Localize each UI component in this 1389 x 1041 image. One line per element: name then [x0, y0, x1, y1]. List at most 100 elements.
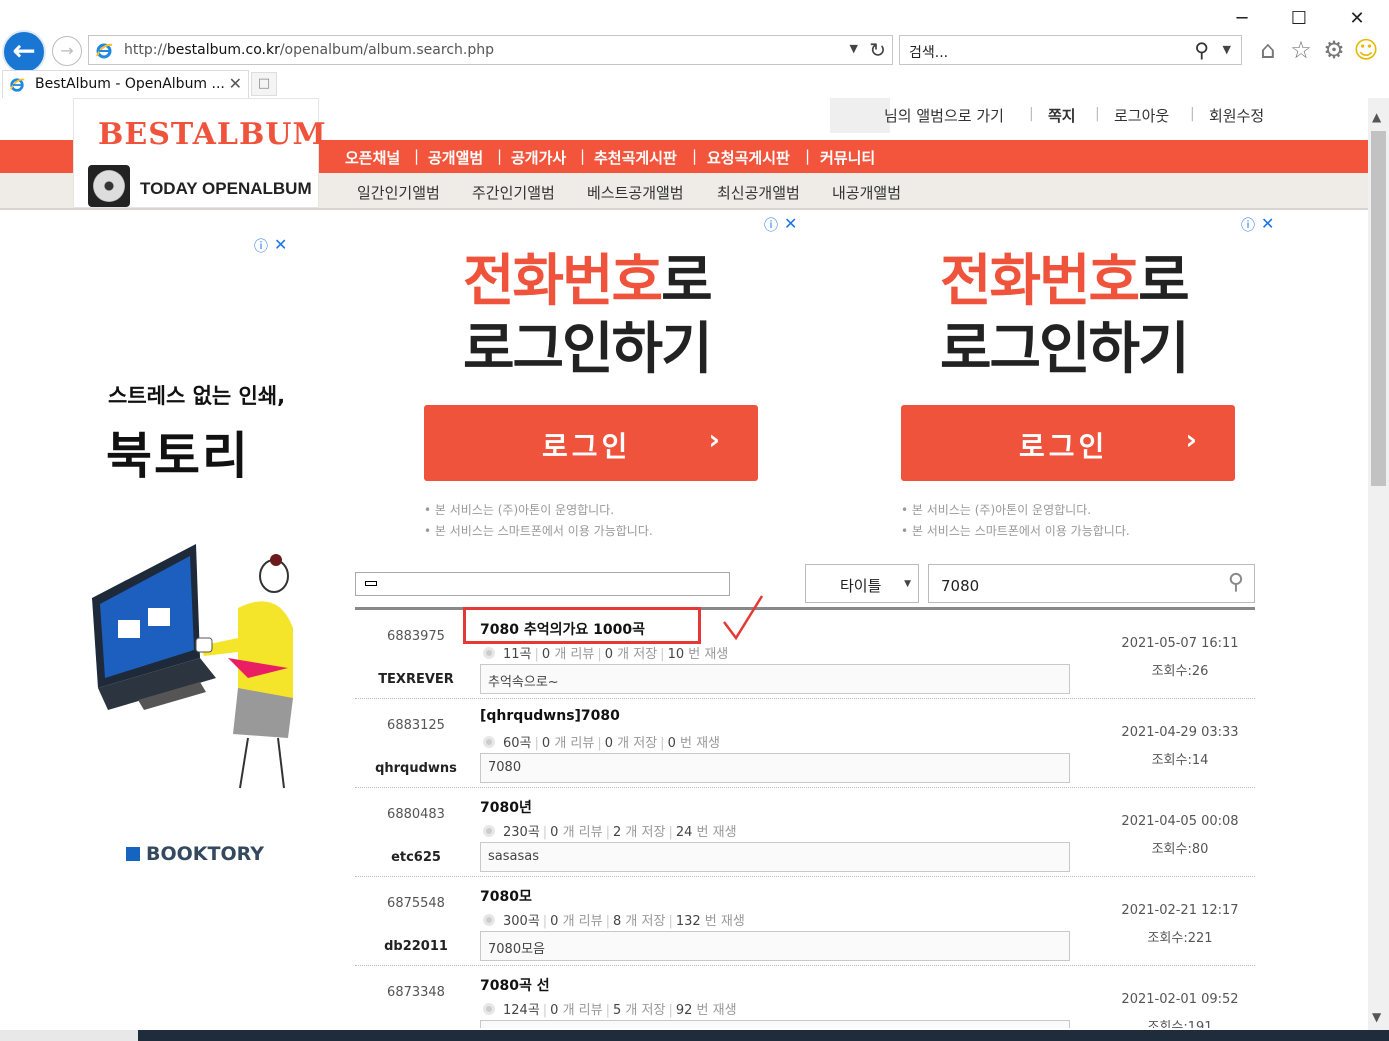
album-description-text: sasasas	[488, 849, 539, 864]
site-logo[interactable]: BESTALBUM	[98, 117, 327, 152]
table-row[interactable]: 6883125 qhrqudwns [qhrqudwns]7080 60곡 | 0 개 리…	[355, 699, 1255, 788]
smiley-feedback-icon[interactable]: ☺	[1352, 36, 1380, 64]
save-count: 0	[604, 736, 614, 751]
disc-icon	[483, 1003, 495, 1015]
site-logo-box[interactable]: BESTALBUM TODAY OPENALBUM	[73, 98, 326, 208]
booktory-illustration[interactable]	[88, 538, 298, 793]
message-link[interactable]: 쪽지	[1048, 105, 1076, 126]
menu-community[interactable]: 커뮤니티	[820, 147, 875, 168]
maximize-button[interactable]: ☐	[1279, 6, 1319, 32]
booktory-brand[interactable]: BOOKTORY	[126, 843, 264, 865]
view-count: 조회수:14	[1151, 753, 1209, 768]
ad-info-icon[interactable]: ⓘ	[254, 236, 268, 256]
play-label: 번 재생	[688, 647, 729, 662]
booktory-title[interactable]: 북토리	[106, 416, 250, 488]
separator: |	[692, 147, 698, 165]
view-count: 조회수:26	[1151, 664, 1209, 679]
chevron-down-icon[interactable]: ▼	[850, 42, 858, 55]
back-button[interactable]: ←	[2, 30, 46, 74]
separator: |	[597, 647, 602, 662]
chevron-right-icon: ›	[1185, 423, 1197, 456]
gear-icon[interactable]: ⚙	[1320, 36, 1348, 64]
browser-search-box[interactable]: 검색... ⚲ ▼	[899, 35, 1242, 65]
menu-public-album[interactable]: 공개앨범	[428, 147, 483, 168]
search-icon[interactable]: ⚲	[1194, 38, 1209, 62]
song-count: 124곡	[503, 1003, 540, 1018]
forward-button[interactable]: →	[52, 36, 82, 66]
menu-request-board[interactable]: 요청곡게시판	[707, 147, 790, 168]
arrow-left-icon: ←	[12, 34, 36, 67]
edit-profile-link[interactable]: 회원수정	[1209, 105, 1264, 126]
album-description: 7080	[480, 753, 1070, 783]
ad-headline-2[interactable]: 로그인하기	[940, 304, 1190, 385]
separator: |	[1029, 106, 1034, 122]
album-meta: 300곡 | 0 개 리뷰 | 8 개 저장 | 132 번 재생	[483, 910, 745, 929]
separator: |	[542, 1003, 548, 1018]
album-title-link[interactable]: 7080곡 선	[480, 975, 550, 995]
play-label: 번 재생	[696, 1003, 737, 1018]
ad-note: • 본 서비스는 스마트폰에서 이용 가능합니다.	[901, 524, 1130, 538]
logout-link[interactable]: 로그아웃	[1114, 105, 1169, 126]
new-tab-icon: □	[257, 76, 271, 91]
address-bar[interactable]: http://bestalbum.co.kr/openalbum/album.s…	[88, 35, 893, 65]
album-date: 2021-04-05 00:08	[1121, 814, 1239, 829]
table-row[interactable]: 6875548 db22011 7080모 300곡 | 0 개 리뷰 | 8 개 저장 | 13…	[355, 877, 1255, 966]
menu-recommend-board[interactable]: 추천곡게시판	[594, 147, 677, 168]
cd-icon	[88, 165, 130, 207]
ad-close-icon[interactable]: ✕	[1261, 214, 1274, 233]
menu-open-channel[interactable]: 오픈채널	[345, 147, 400, 168]
album-owner[interactable]: TEXREVER	[355, 672, 477, 687]
minimize-button[interactable]: ─	[1222, 6, 1262, 32]
scroll-down-icon[interactable]: ▼	[1372, 1010, 1381, 1024]
menu-public-lyrics[interactable]: 공개가사	[511, 147, 566, 168]
play-count: 0	[667, 736, 676, 751]
view-count: 조회수:221	[1147, 931, 1213, 946]
album-title-link[interactable]: 7080모	[480, 886, 532, 906]
scroll-up-icon[interactable]: ▲	[1372, 110, 1381, 124]
album-owner[interactable]: qhrqudwns	[355, 761, 477, 776]
album-filter-input[interactable]	[355, 572, 730, 596]
album-meta: 124곡 | 0 개 리뷰 | 5 개 저장 | 92 번 재생	[483, 999, 737, 1018]
new-tab-button[interactable]: □	[251, 72, 277, 96]
submenu-latest-public[interactable]: 최신공개앨범	[717, 182, 800, 203]
submenu-daily-popular[interactable]: 일간인기앨범	[357, 182, 440, 203]
ad-close-icon[interactable]: ✕	[274, 235, 287, 254]
today-openalbum-label[interactable]: TODAY OPENALBUM	[140, 179, 312, 199]
ad-headline-2[interactable]: 로그인하기	[463, 304, 713, 385]
favorites-star-icon[interactable]: ☆	[1287, 36, 1315, 64]
booktory-tagline[interactable]: 스트레스 없는 인쇄,	[108, 380, 285, 410]
ad-info-icon[interactable]: ⓘ	[764, 215, 778, 235]
album-title-link[interactable]: [qhrqudwns]7080	[480, 708, 620, 724]
search-query-input[interactable]: 7080 ⚲	[928, 564, 1255, 603]
submenu-my-public[interactable]: 내공개앨범	[832, 182, 901, 203]
search-type-select[interactable]: 타이틀 ▼	[805, 564, 919, 603]
close-window-button[interactable]: ✕	[1337, 6, 1377, 32]
ad-login-label: 로그인	[542, 430, 632, 463]
refresh-icon[interactable]: ↻	[869, 38, 886, 62]
ad-info-icon[interactable]: ⓘ	[1241, 215, 1255, 235]
search-icon[interactable]: ⚲	[1228, 570, 1244, 595]
album-owner[interactable]: etc625	[355, 850, 477, 865]
table-row[interactable]: 6873348 7080곡 선 124곡 | 0 개 리뷰 | 5 개 저장 | 92 번 재생…	[355, 966, 1255, 1028]
url-text[interactable]: http://bestalbum.co.kr/openalbum/album.s…	[124, 42, 494, 58]
submenu-weekly-popular[interactable]: 주간인기앨범	[472, 182, 555, 203]
album-owner[interactable]: db22011	[355, 939, 477, 954]
disc-icon	[483, 736, 495, 748]
ad-login-button[interactable]: 로그인 ›	[901, 405, 1235, 481]
ad-login-button[interactable]: 로그인 ›	[424, 405, 758, 481]
booktory-brand-text: BOOKTORY	[146, 843, 264, 865]
view-count: 조회수:80	[1151, 842, 1209, 857]
my-album-link[interactable]: 님의 앨범으로 가기	[884, 105, 1004, 126]
play-count: 132	[675, 914, 701, 929]
browser-tab[interactable]: BestAlbum - OpenAlbum ... ✕	[2, 70, 249, 98]
ad-close-icon[interactable]: ✕	[784, 214, 797, 233]
table-row[interactable]: 6880483 etc625 7080년 230곡 | 0 개 리뷰 | 2 개 저장 | 24 …	[355, 788, 1255, 877]
submenu-best-public[interactable]: 베스트공개앨범	[587, 182, 684, 203]
chevron-down-icon[interactable]: ▼	[1223, 43, 1231, 56]
scrollbar-thumb[interactable]	[1371, 131, 1386, 486]
vertical-scrollbar[interactable]: ▲ ▼	[1368, 98, 1389, 1030]
album-title-link[interactable]: 7080년	[480, 797, 532, 817]
tab-close-icon[interactable]: ✕	[229, 74, 242, 93]
home-icon[interactable]: ⌂	[1254, 36, 1282, 64]
search-type-value: 타이틀	[840, 577, 882, 595]
